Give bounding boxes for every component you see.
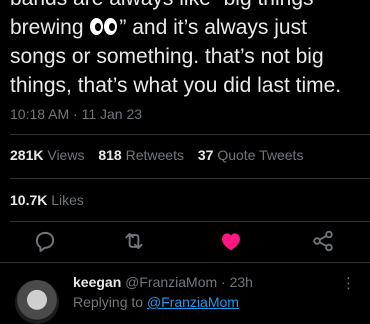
quote-tweets-stat[interactable]: 37 Quote Tweets (198, 147, 304, 163)
more-options-icon[interactable]: ⋮ (341, 274, 356, 292)
heart-icon (222, 233, 240, 251)
reply-tweet[interactable]: keegan @FranziaMom · 23h ⋮ Replying to @… (0, 262, 370, 324)
divider (10, 178, 370, 179)
reply-button[interactable] (32, 228, 58, 254)
quotes-label: Quote Tweets (217, 147, 304, 163)
tweet-actions (0, 228, 370, 256)
divider (10, 134, 370, 135)
engagement-stats: 281K Views 818 Retweets 37 Quote Tweets (10, 147, 313, 163)
likes-count: 10.7K (10, 192, 48, 208)
share-icon (313, 230, 333, 252)
divider (10, 221, 370, 222)
tweet-line: things, that’s what you did last time. (10, 74, 342, 97)
reply-author-handle: @FranziaMom · 23h (125, 274, 253, 290)
replying-to: Replying to @FranziaMom (73, 294, 239, 310)
reply-icon (35, 231, 55, 252)
reply-author-name[interactable]: keegan (73, 274, 121, 290)
tweet-line: brewing ” and it’s always just (10, 13, 366, 42)
reply-header: keegan @FranziaMom · 23h (73, 274, 253, 290)
avatar[interactable] (15, 280, 59, 324)
likes-stat[interactable]: 10.7K Likes (10, 192, 84, 208)
retweets-count: 818 (98, 147, 122, 163)
retweets-stat[interactable]: 818 Retweets (98, 147, 184, 163)
replying-prefix: Replying to (73, 294, 147, 310)
likes-label: Likes (51, 192, 84, 208)
tweet-line: songs or something. that’s not big (10, 45, 324, 68)
tweet-line-part: brewing (10, 16, 84, 39)
retweet-button[interactable] (121, 228, 147, 254)
views-stat[interactable]: 281K Views (10, 147, 84, 163)
retweets-label: Retweets (125, 147, 184, 163)
eyes-emoji-icon (89, 17, 119, 37)
tweet-text: bands are always like “big things brewin… (10, 0, 366, 100)
views-count: 281K (10, 147, 44, 163)
like-button[interactable] (218, 228, 244, 254)
retweet-icon (125, 232, 143, 250)
share-button[interactable] (310, 228, 336, 254)
tweet-line-part: ” and it’s always just (119, 16, 307, 39)
tweet-timestamp[interactable]: 10:18 AM · 11 Jan 23 (10, 106, 142, 122)
views-label: Views (47, 147, 85, 163)
replying-mention-link[interactable]: @FranziaMom (147, 294, 239, 310)
quotes-count: 37 (197, 147, 214, 163)
tweet-line: bands are always like “big things (10, 0, 366, 13)
